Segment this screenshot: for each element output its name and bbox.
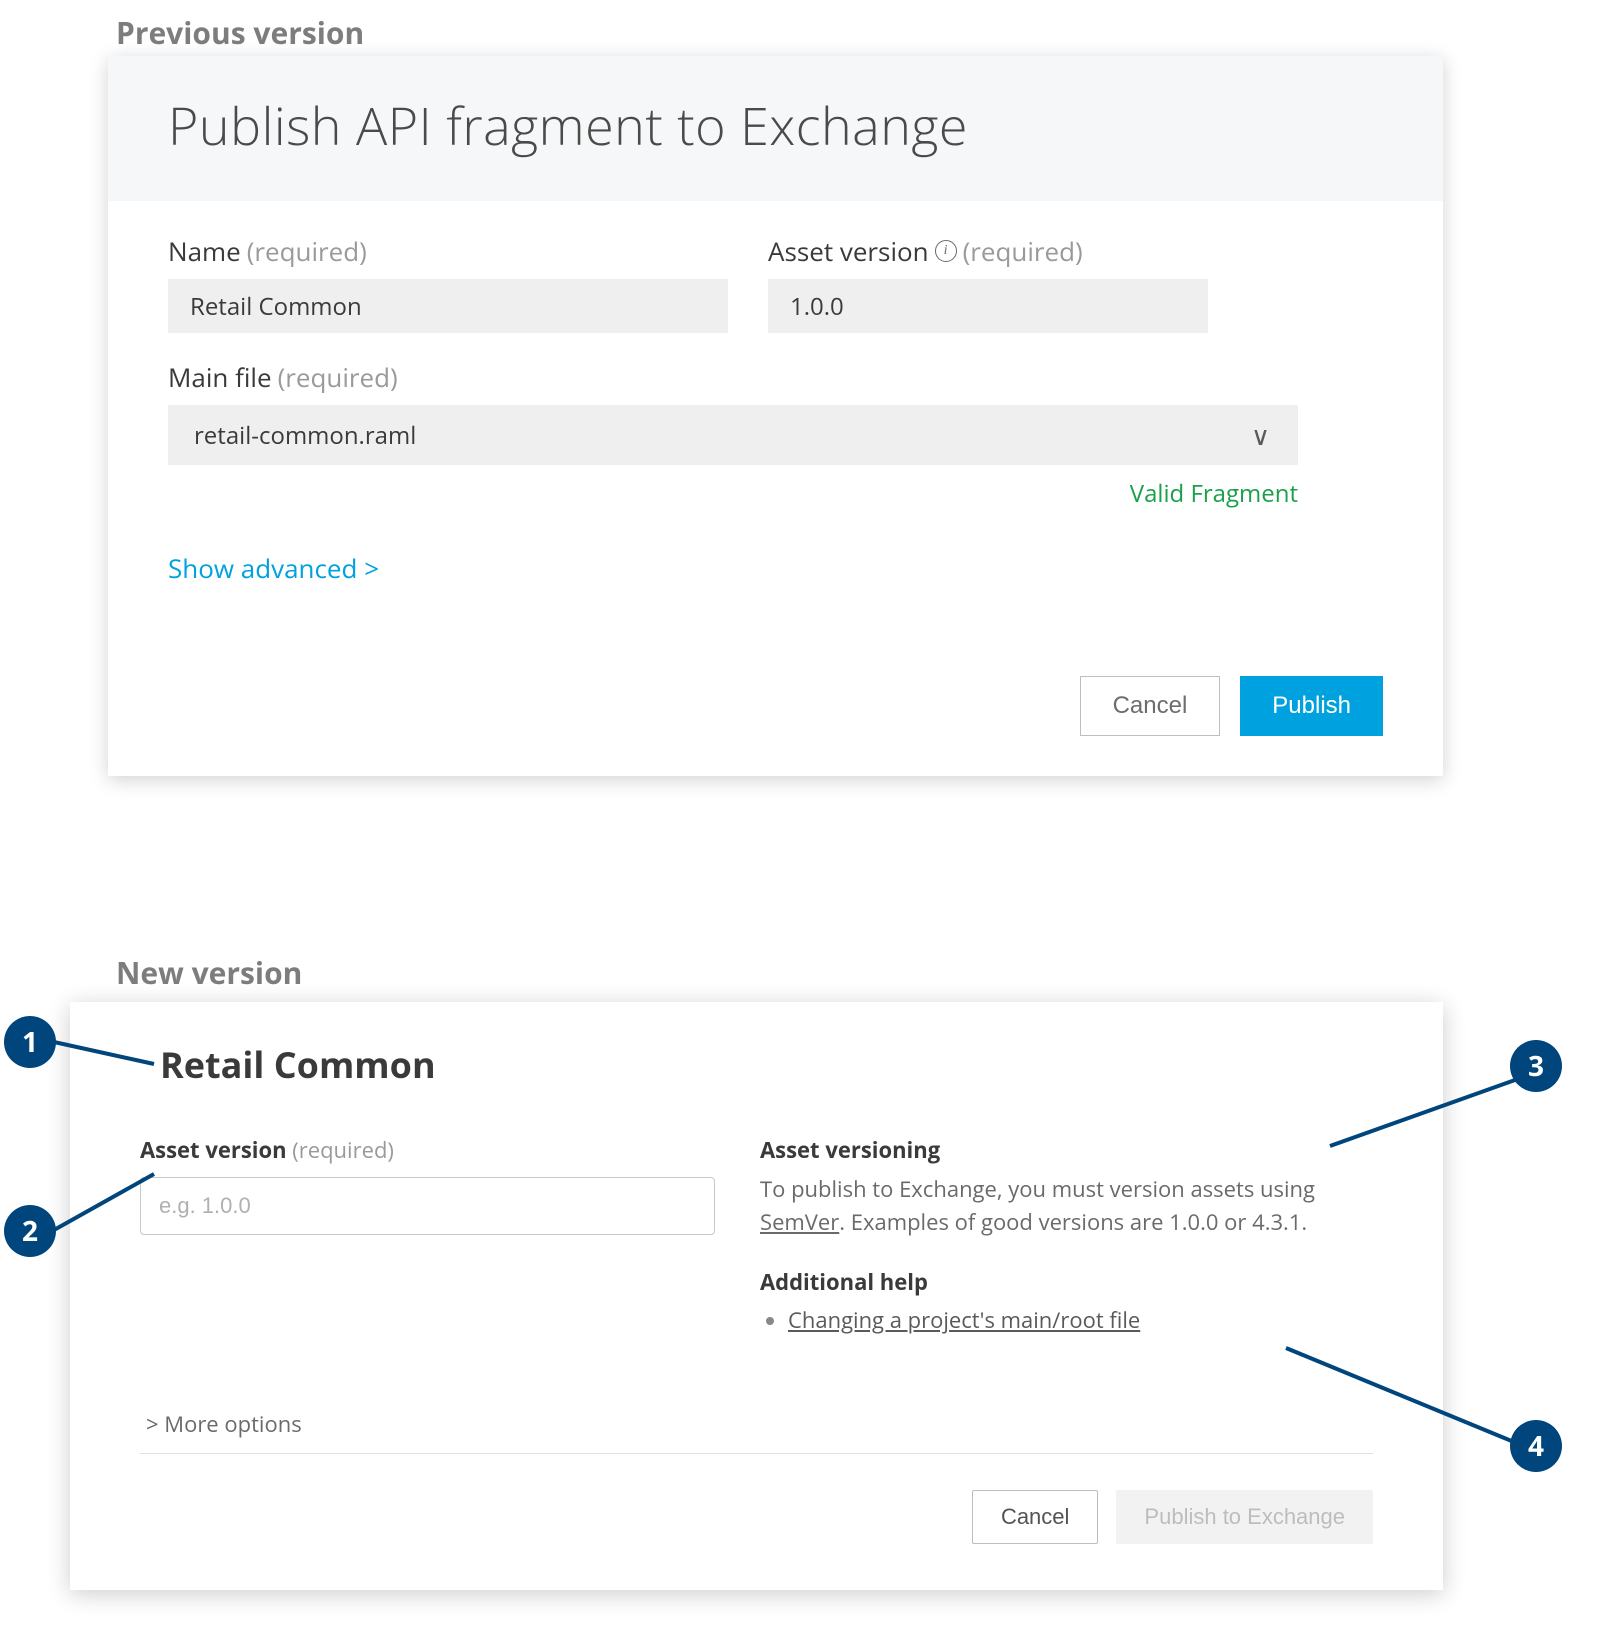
- name-required-hint: (required): [247, 233, 367, 269]
- asset-version-label: Asset version: [768, 233, 929, 269]
- name-field-group: Name (required) Retail Common: [168, 233, 728, 333]
- new-asset-version-required-hint: (required): [292, 1135, 394, 1165]
- main-file-dropdown[interactable]: retail-common.raml ∨: [168, 405, 1298, 465]
- previous-version-heading: Previous version: [116, 12, 364, 53]
- asset-versioning-text: To publish to Exchange, you must version…: [760, 1173, 1373, 1239]
- previous-dialog-title: Publish API fragment to Exchange: [168, 90, 1383, 161]
- callout-badge-3: 3: [1510, 1040, 1562, 1092]
- show-advanced-link[interactable]: Show advanced >: [168, 550, 1383, 586]
- asset-versioning-heading: Asset versioning: [760, 1135, 1373, 1165]
- more-options-toggle[interactable]: > More options: [140, 1395, 1373, 1454]
- info-icon[interactable]: i: [935, 240, 957, 262]
- change-root-file-link[interactable]: Changing a project's main/root file: [788, 1305, 1140, 1335]
- asset-version-input[interactable]: 1.0.0: [768, 279, 1208, 333]
- previous-version-card: Publish API fragment to Exchange Name (r…: [108, 56, 1443, 776]
- new-left-column: Asset version (required): [140, 1135, 760, 1335]
- additional-help-heading: Additional help: [760, 1267, 1373, 1297]
- callout-badge-1: 1: [4, 1016, 56, 1068]
- name-label: Name: [168, 233, 241, 269]
- new-right-column: Asset versioning To publish to Exchange,…: [760, 1135, 1373, 1335]
- publish-button[interactable]: Publish: [1240, 676, 1383, 736]
- name-input-value: Retail Common: [190, 290, 362, 323]
- valid-fragment-status: Valid Fragment: [168, 477, 1298, 510]
- chevron-down-icon: ∨: [1251, 417, 1270, 453]
- new-dialog-title: Retail Common: [160, 1040, 1373, 1089]
- previous-card-header: Publish API fragment to Exchange: [108, 56, 1443, 201]
- main-file-required-hint: (required): [278, 359, 398, 395]
- semver-link[interactable]: SemVer: [760, 1207, 839, 1237]
- callout-badge-4: 4: [1510, 1420, 1562, 1472]
- asset-versioning-text-post: . Examples of good versions are 1.0.0 or…: [839, 1207, 1307, 1237]
- new-version-card: Retail Common Asset version (required) A…: [70, 1002, 1443, 1590]
- name-input[interactable]: Retail Common: [168, 279, 728, 333]
- help-list-item: Changing a project's main/root file: [788, 1305, 1373, 1335]
- asset-version-field-group: Asset version i (required) 1.0.0: [768, 233, 1208, 333]
- new-cancel-button[interactable]: Cancel: [972, 1490, 1098, 1544]
- asset-version-required-hint: (required): [963, 233, 1083, 269]
- main-file-label: Main file: [168, 359, 272, 395]
- main-file-value: retail-common.raml: [194, 419, 416, 452]
- new-asset-version-label: Asset version: [140, 1135, 287, 1165]
- new-version-heading: New version: [116, 952, 302, 993]
- publish-to-exchange-button: Publish to Exchange: [1116, 1490, 1373, 1544]
- asset-versioning-text-pre: To publish to Exchange, you must version…: [760, 1174, 1315, 1204]
- new-asset-version-input[interactable]: [140, 1177, 715, 1235]
- main-file-field-group: Main file (required) retail-common.raml …: [168, 359, 1383, 510]
- previous-card-body: Name (required) Retail Common Asset vers…: [108, 201, 1443, 776]
- cancel-button[interactable]: Cancel: [1080, 676, 1221, 736]
- callout-badge-2: 2: [4, 1205, 56, 1257]
- asset-version-input-value: 1.0.0: [790, 290, 844, 323]
